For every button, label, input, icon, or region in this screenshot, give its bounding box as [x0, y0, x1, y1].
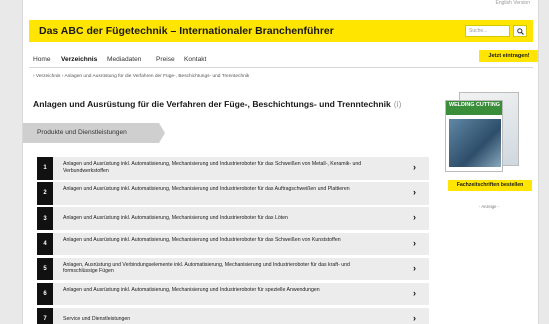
- category-row[interactable]: 2 Anlagen und Ausrüstung inkl. Automatis…: [37, 182, 429, 205]
- category-number: 6: [37, 282, 53, 306]
- category-row[interactable]: 7 Service und Dienstleistungen ›: [37, 308, 429, 324]
- category-label: Anlagen und Ausrüstung inkl. Automatisie…: [63, 215, 288, 222]
- category-number: 1: [37, 157, 53, 180]
- magazine-cover[interactable]: WELDING CUTTING: [445, 92, 523, 172]
- magazine-cover-image: [449, 119, 501, 167]
- nav-item-home[interactable]: Home: [33, 56, 51, 63]
- page-title-text: Anlagen und Ausrüstung für die Verfahren…: [33, 99, 391, 109]
- chevron-right-icon[interactable]: ›: [413, 238, 416, 248]
- category-label: Anlagen und Ausrüstung inkl. Automatisie…: [63, 186, 350, 193]
- magazine-cover-front: WELDING CUTTING: [445, 100, 503, 172]
- register-button[interactable]: Jetzt eintragen!: [479, 50, 538, 62]
- category-list: 1 Anlagen und Ausrüstung inkl. Automatis…: [37, 157, 429, 324]
- category-label: Anlagen, Ausrüstung und Verbindungseleme…: [63, 261, 350, 275]
- nav-item-mediadaten[interactable]: Mediadaten: [107, 56, 141, 63]
- main-nav: Home Verzeichnis Mediadaten Preise Konta…: [29, 48, 533, 68]
- category-row[interactable]: 4 Anlagen und Ausrüstung inkl. Automatis…: [37, 232, 429, 256]
- category-number: 3: [37, 207, 53, 230]
- category-row[interactable]: 1 Anlagen und Ausrüstung inkl. Automatis…: [37, 157, 429, 180]
- page-title: Anlagen und Ausrüstung für die Verfahren…: [33, 99, 401, 109]
- chevron-right-icon[interactable]: ›: [413, 163, 416, 172]
- category-label: Service und Dienstleistungen: [63, 316, 131, 323]
- category-row[interactable]: 3 Anlagen und Ausrüstung inkl. Automatis…: [37, 207, 429, 230]
- breadcrumb[interactable]: › Verzeichnis › Anlagen und Ausrüstung f…: [33, 74, 249, 79]
- info-icon[interactable]: (i): [394, 99, 402, 109]
- site-title[interactable]: Das ABC der Fügetechnik – Internationale…: [39, 25, 334, 37]
- category-number: 4: [37, 232, 53, 256]
- category-row[interactable]: 6 Anlagen und Ausrüstung inkl. Automatis…: [37, 282, 429, 306]
- order-magazines-button[interactable]: Fachzeitschriften bestellen: [448, 180, 532, 191]
- language-link[interactable]: English Version: [496, 0, 530, 6]
- search-input[interactable]: Suche...: [465, 25, 510, 37]
- search-button[interactable]: [513, 25, 527, 37]
- search-icon: [516, 27, 524, 35]
- nav-item-kontakt[interactable]: Kontakt: [184, 56, 206, 63]
- category-number: 5: [37, 257, 53, 281]
- chevron-right-icon[interactable]: ›: [413, 288, 416, 298]
- category-number: 2: [37, 182, 53, 205]
- nav-item-preise[interactable]: Preise: [156, 56, 175, 63]
- category-label: Anlagen und Ausrüstung inkl. Automatisie…: [63, 161, 362, 174]
- site-header: Das ABC der Fügetechnik – Internationale…: [29, 20, 533, 42]
- nav-item-verzeichnis[interactable]: Verzeichnis: [61, 56, 97, 63]
- section-tab-products[interactable]: Produkte und Dienstleistungen: [23, 123, 165, 143]
- chevron-right-icon[interactable]: ›: [413, 314, 416, 323]
- category-label: Anlagen und Ausrüstung inkl. Automatisie…: [63, 286, 320, 293]
- page: English Version Das ABC der Fügetechnik …: [22, 0, 539, 324]
- chevron-right-icon[interactable]: ›: [413, 213, 416, 222]
- chevron-right-icon[interactable]: ›: [413, 263, 416, 273]
- ad-label: - Anzeige -: [479, 204, 500, 209]
- chevron-right-icon[interactable]: ›: [413, 188, 416, 197]
- category-row[interactable]: 5 Anlagen, Ausrüstung und Verbindungsele…: [37, 257, 429, 281]
- magazine-title: WELDING CUTTING: [449, 102, 500, 108]
- category-label: Anlagen und Ausrüstung inkl. Automatisie…: [63, 236, 341, 243]
- category-number: 7: [37, 308, 53, 324]
